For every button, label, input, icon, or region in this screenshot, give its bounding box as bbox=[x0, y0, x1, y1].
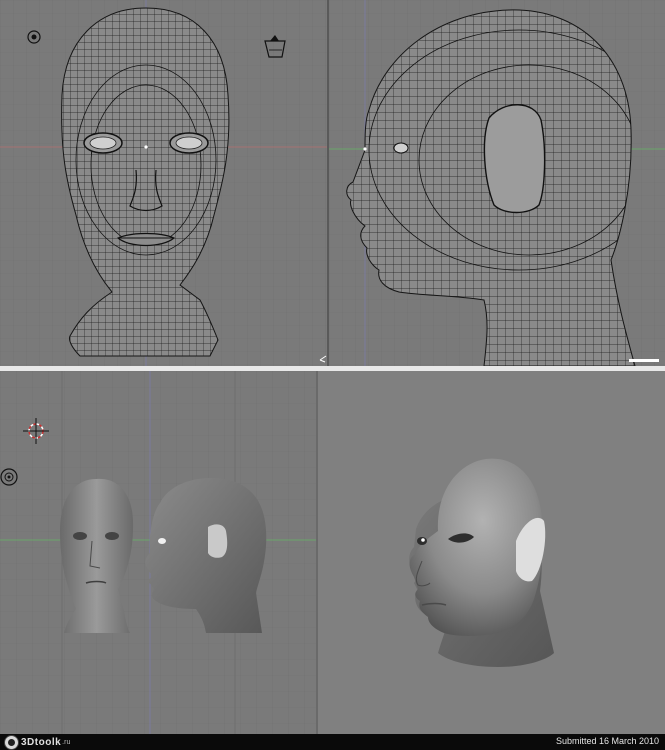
submission-date: Submitted 16 March 2010 bbox=[555, 736, 659, 746]
render-viewport bbox=[318, 371, 665, 734]
site-logo[interactable]: 3Dtoolk .ru bbox=[4, 734, 71, 750]
logo-icon bbox=[4, 734, 19, 750]
side-viewport[interactable] bbox=[329, 0, 665, 366]
front-viewport[interactable] bbox=[0, 0, 327, 366]
perspective-viewport[interactable] bbox=[0, 371, 316, 734]
logo-suffix: .ru bbox=[62, 738, 71, 746]
footer-bar: 3Dtoolk .ru Submitted 16 March 2010 bbox=[0, 734, 665, 750]
axis-icon bbox=[629, 359, 659, 362]
logo-text: 3Dtoolk bbox=[21, 736, 62, 748]
viewport-divider[interactable] bbox=[327, 0, 329, 366]
